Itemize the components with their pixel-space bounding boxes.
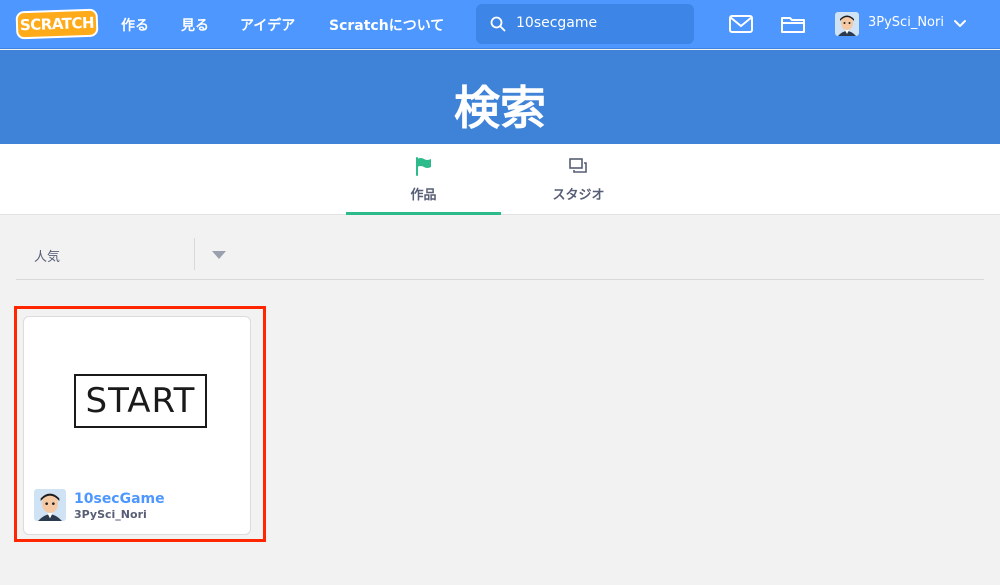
nav-about[interactable]: Scratchについて bbox=[329, 15, 444, 35]
scratch-logo[interactable]: SCRATCH bbox=[15, 8, 99, 40]
thumbnail-start-label: START bbox=[74, 374, 207, 428]
search-banner: 検索 bbox=[0, 50, 1000, 144]
chevron-down-icon[interactable] bbox=[953, 18, 967, 30]
tab-studios-label: スタジオ bbox=[552, 188, 605, 203]
page-title: 検索 bbox=[454, 81, 546, 135]
folder-icon[interactable] bbox=[780, 12, 806, 36]
mail-icon[interactable] bbox=[728, 12, 754, 36]
tab-studios[interactable]: スタジオ bbox=[501, 144, 656, 215]
search-icon bbox=[490, 16, 506, 32]
search-bar[interactable]: 10secgame bbox=[476, 4, 694, 44]
project-author[interactable]: 3PySci_Nori bbox=[74, 508, 147, 521]
sort-select[interactable]: 人気 bbox=[34, 246, 60, 265]
user-avatar[interactable] bbox=[835, 12, 859, 36]
caret-down-icon[interactable] bbox=[211, 250, 227, 260]
tab-projects[interactable]: 作品 bbox=[346, 144, 501, 215]
sort-divider bbox=[194, 238, 195, 270]
top-nav-bar: SCRATCH 作る 見る アイデア Scratchについて 10secgame… bbox=[0, 0, 1000, 49]
flag-icon bbox=[416, 157, 431, 176]
username-label[interactable]: 3PySci_Nori bbox=[868, 15, 944, 30]
search-input[interactable]: 10secgame bbox=[516, 15, 597, 31]
sort-bar: 人気 bbox=[16, 232, 984, 280]
nav-explore[interactable]: 見る bbox=[181, 15, 209, 35]
author-avatar[interactable] bbox=[34, 489, 66, 521]
nav-create[interactable]: 作る bbox=[121, 15, 149, 35]
result-tabs: 作品 スタジオ bbox=[0, 144, 1000, 215]
project-thumbnail[interactable]: START bbox=[24, 317, 250, 487]
nav-ideas[interactable]: アイデア bbox=[240, 15, 295, 35]
studio-icon bbox=[569, 158, 587, 173]
project-card[interactable]: START 10secGame 3PySci_Nori bbox=[23, 316, 251, 535]
project-title[interactable]: 10secGame bbox=[74, 491, 165, 507]
tab-projects-label: 作品 bbox=[410, 188, 437, 203]
